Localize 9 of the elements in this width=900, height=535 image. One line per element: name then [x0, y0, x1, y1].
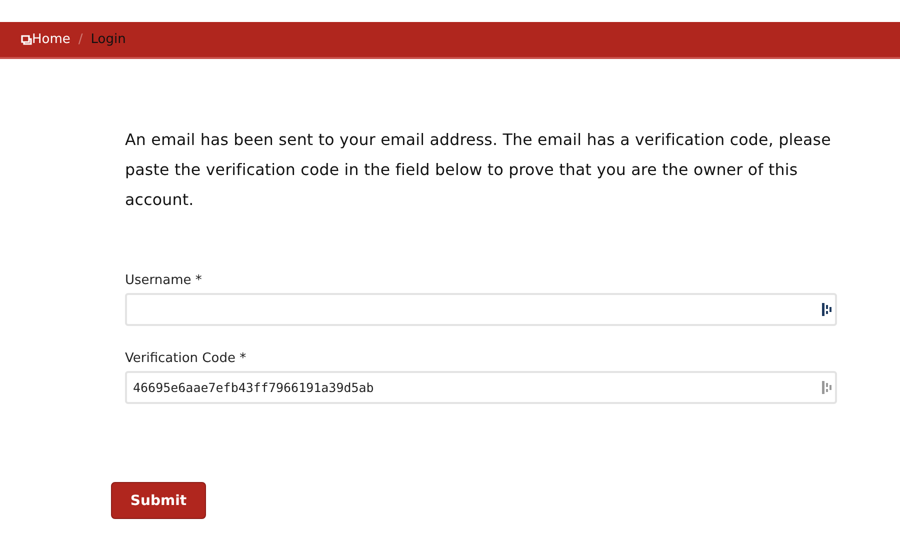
submit-button[interactable]: Submit — [111, 482, 206, 519]
breadcrumb-link[interactable]: Home — [32, 32, 70, 47]
input-field[interactable]: 46695e6aae7efb43ff7966191a39d5ab — [125, 371, 837, 404]
breadcrumb-separator: / — [78, 32, 83, 47]
field-label: Username * — [125, 273, 203, 288]
home-icon — [21, 34, 32, 44]
info-message: An email has been sent to your email address. The email has a verification code, please paste the verification code in the field below to prove that you are the owner of this account. — [125, 129, 832, 211]
field-label: Verification Code * — [125, 351, 248, 366]
input-field[interactable] — [125, 293, 837, 326]
